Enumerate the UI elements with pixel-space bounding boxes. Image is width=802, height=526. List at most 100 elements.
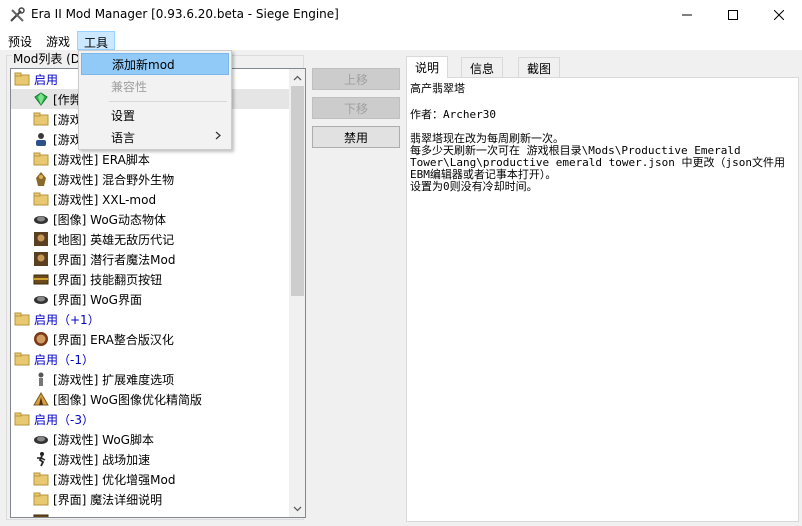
mod-row[interactable]: [界面] ERA整合版汉化	[11, 329, 289, 349]
move-up-button[interactable]: 上移	[312, 68, 400, 90]
maximize-button[interactable]	[710, 0, 756, 30]
mod-row-label: 启用	[34, 72, 59, 87]
description-line: 作者：Archer30	[410, 108, 496, 121]
mod-row-label: [游戏性] 扩展难度选项	[53, 372, 175, 387]
menu-compatibility[interactable]: 兼容性	[81, 75, 229, 97]
mod-row[interactable]: [界面] 魔法详细说明	[11, 489, 289, 509]
mod-row-label: [游戏性] XXL-mod	[53, 192, 157, 207]
chevron-right-icon	[215, 131, 221, 140]
mod-row[interactable]: [游戏性] 扩展难度选项	[11, 369, 289, 389]
minimize-button[interactable]	[664, 0, 710, 30]
folder-icon	[33, 191, 49, 207]
chest-icon	[33, 271, 49, 287]
folder-icon	[14, 71, 30, 87]
folder-icon	[33, 111, 49, 127]
mod-row-label: [游戏性] 战场加速	[53, 452, 151, 467]
chevron-down-icon	[293, 506, 302, 511]
mod-row[interactable]	[11, 509, 289, 517]
wog-icon	[33, 431, 49, 447]
mod-row-label: [界面] ERA整合版汉化	[53, 332, 174, 347]
mod-row[interactable]: [图像] WoG动态物体	[11, 209, 289, 229]
tools-dropdown-menu: 添加新mod 兼容性 设置 语言	[78, 50, 232, 150]
mod-row-label: [界面] WoG界面	[53, 292, 142, 307]
maximize-icon	[728, 10, 738, 20]
mod-group-row[interactable]: 启用（+1）	[11, 309, 289, 329]
mod-row-label: [图像] WoG图像优化精简版	[53, 392, 202, 407]
mod-row-label: [游戏性] 混合野外生物	[53, 172, 175, 187]
tab-info[interactable]: 信息	[461, 57, 504, 77]
folder-icon	[14, 311, 30, 327]
mod-row[interactable]: [游戏性] XXL-mod	[11, 189, 289, 209]
knight-icon	[33, 371, 49, 387]
folder-icon	[14, 351, 30, 367]
mod-row[interactable]: [地图] 英雄无敌历代记	[11, 229, 289, 249]
menu-bar: 预设 游戏 工具	[0, 30, 802, 50]
tools-icon	[10, 7, 25, 22]
mod-row-label: [地图] 英雄无敌历代记	[53, 232, 175, 247]
menu-add-new-mod[interactable]: 添加新mod	[81, 53, 229, 75]
description-line: 高产翡翠塔	[410, 82, 465, 95]
menu-separator	[109, 101, 227, 102]
title-bar: Era II Mod Manager [0.93.6.20.beta - Sie…	[0, 0, 802, 30]
wog-icon	[33, 291, 49, 307]
menu-item-label: 设置	[111, 108, 136, 123]
menu-presets[interactable]: 预设	[2, 31, 38, 50]
mod-row[interactable]: [游戏性] 战场加速	[11, 449, 289, 469]
mod-row[interactable]: [界面] 潜行者魔法Mod	[11, 249, 289, 269]
mod-row[interactable]: [图像] WoG图像优化精简版	[11, 389, 289, 409]
mod-row[interactable]: [界面] 技能翻页按钮	[11, 269, 289, 289]
window-title: Era II Mod Manager [0.93.6.20.beta - Sie…	[31, 7, 339, 21]
mod-group-row[interactable]: 启用（-1）	[11, 349, 289, 369]
mod-row-label: [界面] 魔法详细说明	[53, 492, 163, 507]
tent-icon	[33, 391, 49, 407]
disable-button[interactable]: 禁用	[312, 126, 400, 148]
mod-list-caption: Mod列表 (D:	[12, 50, 86, 67]
portrait-icon	[33, 231, 49, 247]
mod-row-label: [界面] 技能翻页按钮	[53, 272, 163, 287]
mod-group-row[interactable]: 启用（-3）	[11, 409, 289, 429]
chest-icon	[33, 511, 49, 517]
close-button[interactable]	[756, 0, 802, 30]
gem-icon	[33, 91, 49, 107]
face-icon	[33, 331, 49, 347]
scroll-down-button[interactable]	[289, 500, 305, 517]
creature-icon	[33, 171, 49, 187]
close-icon	[774, 10, 784, 20]
tab-screenshots[interactable]: 截图	[518, 57, 561, 77]
folder-icon	[14, 411, 30, 427]
description-text: 高产翡翠塔 作者：Archer30 翡翠塔现在改为每周刷新一次。 每多少天刷新一…	[408, 80, 794, 518]
mod-row-label: 启用（-1）	[34, 352, 94, 367]
move-down-button[interactable]: 下移	[312, 97, 400, 119]
mod-row[interactable]: [游戏性] 混合野外生物	[11, 169, 289, 189]
menu-item-label: 添加新mod	[112, 57, 175, 72]
mod-row[interactable]: [游戏性] 优化增强Mod	[11, 469, 289, 489]
folder-icon	[33, 491, 49, 507]
mod-row[interactable]: [游戏性] ERA脚本	[11, 149, 289, 169]
menu-item-label: 语言	[111, 130, 136, 145]
mod-row[interactable]: [游戏性] WoG脚本	[11, 429, 289, 449]
menu-tools[interactable]: 工具	[77, 31, 116, 50]
portrait-icon	[33, 251, 49, 267]
menu-settings[interactable]: 设置	[81, 104, 229, 126]
scroll-up-button[interactable]	[289, 69, 305, 86]
mod-tree-scrollbar[interactable]	[289, 69, 305, 517]
mod-row-label: 启用（-3）	[34, 412, 94, 427]
minimize-icon	[682, 14, 692, 16]
mod-row[interactable]: [界面] WoG界面	[11, 289, 289, 309]
menu-game[interactable]: 游戏	[40, 31, 76, 50]
folder-icon	[33, 151, 49, 167]
runner-icon	[33, 451, 49, 467]
description-line: 设置为0则没有冷却时间。	[410, 180, 538, 193]
mod-row-label: [图像] WoG动态物体	[53, 212, 166, 227]
mod-row-label: [游戏性] 优化增强Mod	[53, 472, 176, 487]
mod-row-label: 启用（+1）	[34, 312, 100, 327]
scrollbar-thumb[interactable]	[291, 86, 304, 296]
folder-icon	[33, 471, 49, 487]
mod-row-label: [游戏性] WoG脚本	[53, 432, 154, 447]
tab-description[interactable]: 说明	[406, 56, 449, 78]
menu-language[interactable]: 语言	[81, 126, 229, 148]
menu-item-label: 兼容性	[111, 79, 148, 94]
mod-row-label: [游戏性] ERA脚本	[53, 152, 150, 167]
wog-icon	[33, 211, 49, 227]
chevron-up-icon	[293, 75, 302, 80]
